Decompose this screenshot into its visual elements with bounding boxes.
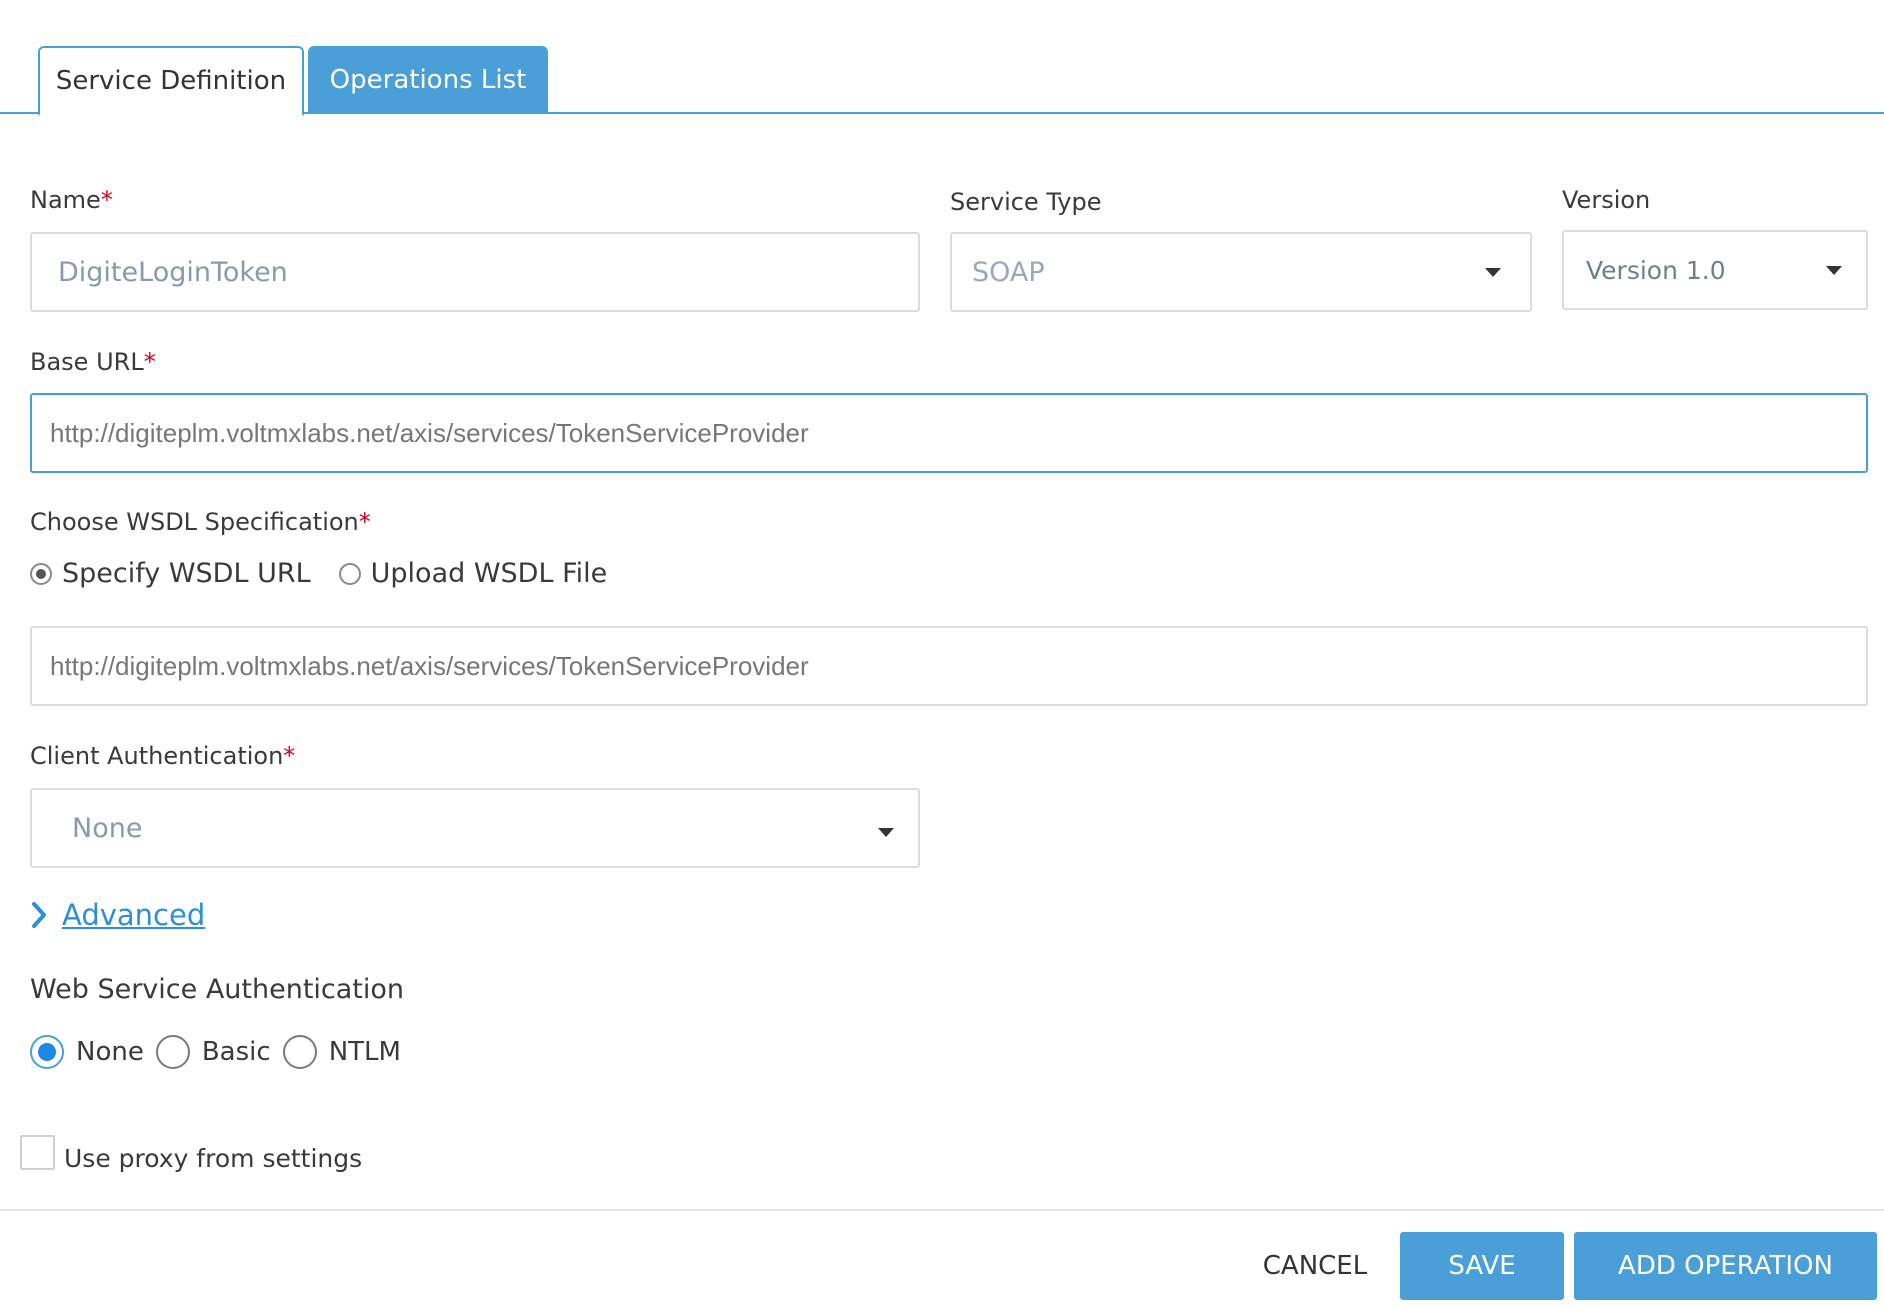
cancel-button[interactable]: CANCEL xyxy=(1250,1232,1380,1300)
client-auth-label: Client Authentication* xyxy=(30,742,295,770)
required-marker: * xyxy=(143,348,156,376)
tab-bar: Service Definition Operations List xyxy=(0,0,1884,116)
version-label: Version xyxy=(1562,186,1651,214)
use-proxy-label: Use proxy from settings xyxy=(64,1144,363,1173)
service-type-label: Service Type xyxy=(950,188,1102,216)
wsdl-url-radio[interactable] xyxy=(30,562,52,585)
save-button[interactable]: SAVE xyxy=(1400,1232,1564,1300)
auth-basic-radio[interactable] xyxy=(155,1035,190,1069)
auth-none-radio[interactable] xyxy=(30,1035,64,1069)
wsdl-file-option-label: Upload WSDL File xyxy=(370,558,608,589)
version-value: Version 1.0 xyxy=(1586,255,1726,285)
required-marker: * xyxy=(358,508,371,536)
chevron-right-icon xyxy=(32,902,46,928)
base-url-label-text: Base URL xyxy=(30,348,144,376)
client-auth-value: None xyxy=(72,812,143,844)
web-service-auth-label: Web Service Authentication xyxy=(30,974,405,1005)
wsdl-file-radio[interactable] xyxy=(338,562,361,585)
wsdl-url-input[interactable] xyxy=(32,628,1866,704)
footer-divider xyxy=(0,1209,1884,1211)
service-type-value: SOAP xyxy=(972,256,1045,288)
auth-ntlm-label: NTLM xyxy=(328,1037,401,1067)
client-auth-label-text: Client Authentication xyxy=(30,742,284,770)
base-url-input[interactable] xyxy=(32,395,1866,471)
name-label-text: Name xyxy=(30,186,101,214)
advanced-toggle[interactable]: Advanced xyxy=(30,898,205,932)
name-field[interactable]: DigiteLoginToken xyxy=(30,232,920,312)
required-marker: * xyxy=(283,742,296,770)
auth-ntlm-radio[interactable] xyxy=(282,1035,317,1069)
wsdl-spec-label: Choose WSDL Specification* xyxy=(30,508,371,536)
name-label: Name* xyxy=(30,186,113,214)
chevron-down-icon xyxy=(1826,266,1842,275)
add-operation-button[interactable]: ADD OPERATION xyxy=(1574,1232,1877,1300)
web-service-auth-group: None Basic NTLM xyxy=(30,1035,401,1069)
version-select[interactable]: Version 1.0 xyxy=(1562,230,1868,310)
base-url-field[interactable] xyxy=(30,393,1868,473)
client-auth-select[interactable]: None xyxy=(30,788,920,868)
service-type-select[interactable]: SOAP xyxy=(950,232,1532,312)
use-proxy-checkbox[interactable] xyxy=(20,1135,55,1170)
name-value: DigiteLoginToken xyxy=(58,256,288,288)
auth-none-label: None xyxy=(76,1037,144,1067)
tab-operations-list[interactable]: Operations List xyxy=(308,46,548,114)
tab-service-definition[interactable]: Service Definition xyxy=(38,46,304,116)
advanced-link[interactable]: Advanced xyxy=(62,898,205,932)
auth-basic-label: Basic xyxy=(201,1037,271,1067)
wsdl-url-option-label: Specify WSDL URL xyxy=(62,558,311,589)
wsdl-option-group: Specify WSDL URL Upload WSDL File xyxy=(30,558,607,589)
chevron-down-icon xyxy=(1485,268,1501,277)
chevron-down-icon xyxy=(878,828,894,837)
base-url-label: Base URL* xyxy=(30,348,156,376)
wsdl-url-field[interactable] xyxy=(30,626,1868,706)
required-marker: * xyxy=(100,186,113,214)
wsdl-spec-label-text: Choose WSDL Specification xyxy=(30,508,359,536)
